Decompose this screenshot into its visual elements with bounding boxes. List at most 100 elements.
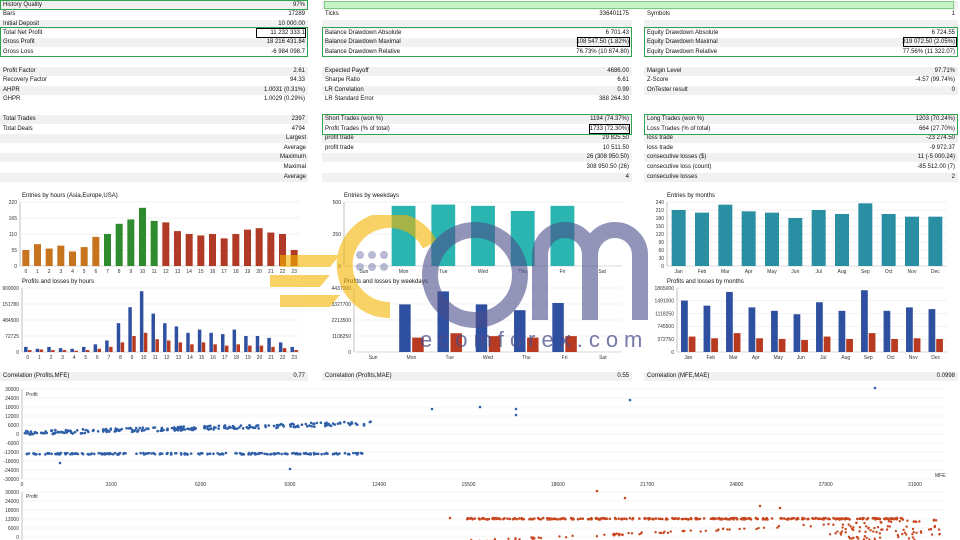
- point: [186, 452, 189, 456]
- point: [306, 452, 309, 456]
- profit-bar: [255, 336, 260, 352]
- loss-bar: [259, 345, 264, 352]
- x-tick-label: 3: [61, 355, 64, 361]
- y-tick-label: 0: [661, 264, 664, 270]
- x-tick-label: Dec: [931, 269, 940, 275]
- correlation-item: Correlation (MFE,MAE) 0.0998: [644, 372, 958, 381]
- point: [832, 517, 836, 520]
- loss-bar: [248, 345, 252, 352]
- point: [323, 424, 327, 428]
- point: [595, 489, 599, 493]
- point: [627, 531, 630, 535]
- x-tick-label: 17: [222, 355, 228, 361]
- point: [623, 517, 626, 520]
- profit-bar: [174, 326, 179, 352]
- x-tick-label: Sep: [861, 269, 870, 275]
- profit-bar: [290, 346, 294, 352]
- y-tick-label: 12000: [5, 414, 19, 420]
- long-trades-box: [644, 114, 958, 135]
- point: [889, 517, 892, 520]
- point: [152, 426, 155, 429]
- point: [755, 527, 758, 531]
- point: [520, 516, 524, 520]
- stat-label: consecutive losses ($): [647, 154, 707, 161]
- profit-bar: [105, 340, 109, 352]
- point: [338, 422, 342, 425]
- loss-bar: [913, 338, 921, 352]
- point: [466, 517, 470, 520]
- y-tick-label: 500: [333, 200, 342, 206]
- loss-bar: [778, 338, 786, 352]
- y-tick-label: 6000: [8, 526, 19, 532]
- x-tick-label: Jun: [791, 269, 799, 275]
- point: [309, 452, 312, 455]
- point: [212, 452, 215, 456]
- x-tick-label: 19: [245, 355, 251, 361]
- bar: [718, 204, 733, 266]
- point: [618, 533, 621, 536]
- y-tick-label: 151780: [2, 302, 19, 308]
- point: [648, 517, 652, 520]
- x-tick-label: Tue: [445, 355, 454, 361]
- stat-row: OnTester result 0: [644, 85, 958, 95]
- y-tick-label: 12000: [5, 517, 19, 523]
- point: [267, 424, 271, 427]
- point: [331, 452, 335, 456]
- stat-value: -9 972.37: [929, 144, 955, 151]
- point: [852, 536, 855, 540]
- y-tick-label: 484500: [2, 318, 19, 324]
- point: [595, 516, 599, 520]
- point: [315, 421, 319, 425]
- point: [763, 518, 767, 521]
- bar: [244, 229, 251, 266]
- point: [899, 516, 903, 520]
- point: [166, 451, 169, 455]
- point: [81, 452, 85, 456]
- point: [850, 527, 854, 531]
- point: [101, 428, 105, 432]
- stat-label: GHPR: [3, 95, 21, 102]
- point: [844, 527, 847, 531]
- point: [312, 451, 316, 455]
- y-tick-label: 372750: [657, 337, 674, 343]
- loss-bar: [711, 338, 718, 352]
- point: [187, 427, 191, 431]
- point: [44, 453, 47, 456]
- point: [26, 452, 29, 456]
- stat-value: 97.71%: [934, 68, 955, 74]
- point: [539, 536, 543, 540]
- profit-bar: [514, 310, 526, 352]
- point: [313, 425, 316, 428]
- bar: [209, 234, 216, 266]
- point: [865, 525, 868, 528]
- stat-row: loss trade -9 972.37: [644, 144, 958, 153]
- point: [54, 431, 57, 434]
- bar: [127, 219, 135, 266]
- bar: [115, 223, 123, 266]
- pl-weekdays-panel: Profits and losses by weekdays 0 1108250 2…: [322, 276, 634, 364]
- bar: [858, 203, 873, 266]
- y-tick-label: 250: [333, 232, 342, 238]
- y-tick-label: 909000: [2, 286, 19, 292]
- point: [789, 517, 793, 521]
- point: [827, 522, 830, 526]
- point: [687, 517, 690, 521]
- point: [199, 451, 203, 455]
- point: [590, 517, 593, 521]
- stat-label: Average: [283, 144, 306, 151]
- y-tick-label: 4437000: [332, 286, 352, 292]
- point: [862, 516, 865, 520]
- stat-label: Ticks: [325, 11, 339, 18]
- point: [43, 432, 46, 435]
- point: [682, 529, 685, 533]
- y-tick-label: 30000: [5, 387, 19, 393]
- point: [651, 517, 654, 521]
- point: [841, 526, 844, 529]
- x-tick-label: Thu: [522, 355, 531, 361]
- stat-row: LR Standard Error 388 264.30: [322, 95, 632, 104]
- point: [362, 424, 366, 427]
- point: [114, 429, 117, 432]
- point: [919, 531, 923, 534]
- loss-bar: [294, 350, 298, 352]
- profit-bar: [906, 307, 913, 352]
